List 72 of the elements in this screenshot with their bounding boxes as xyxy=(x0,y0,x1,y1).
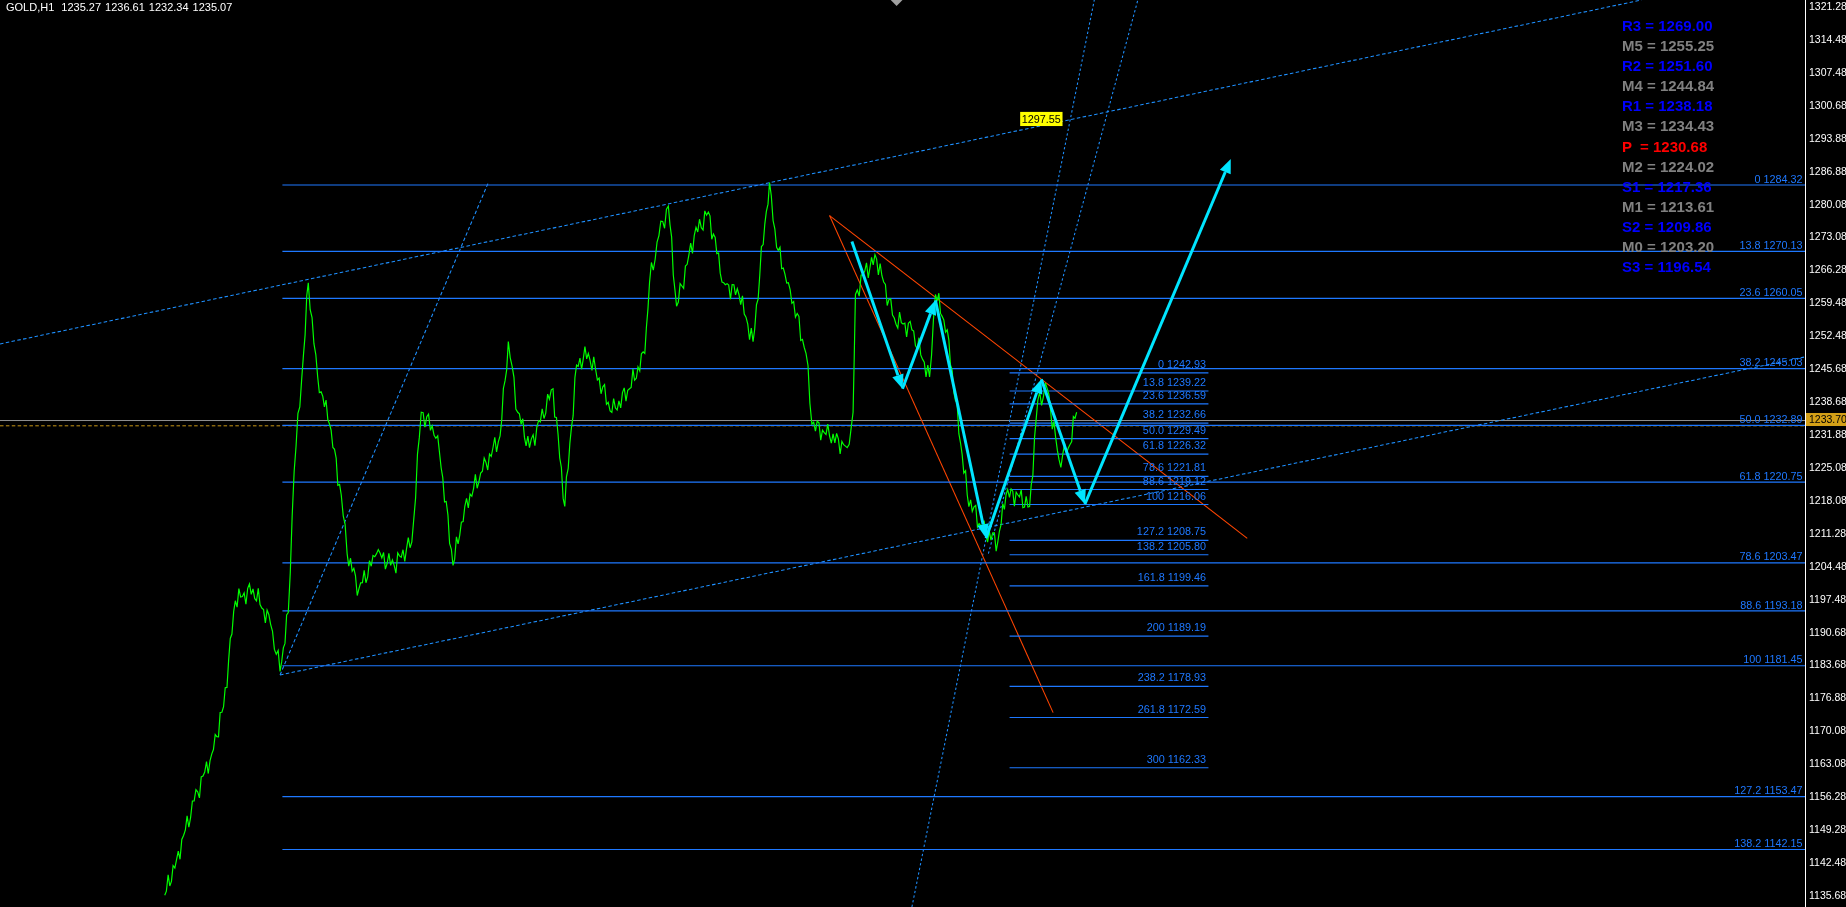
fib-level-label: 0 1242.93 xyxy=(1157,357,1207,370)
price-tick-label: 1252.48 xyxy=(1808,329,1846,342)
price-tick-label: 1321.28 xyxy=(1808,0,1846,12)
price-tick-label: 1259.48 xyxy=(1808,296,1846,309)
fib-level-label: 238.2 1178.93 xyxy=(1137,671,1207,684)
price-tick-label: 1300.68 xyxy=(1808,98,1846,111)
fib-level-label: 127.2 1208.75 xyxy=(1136,525,1207,538)
price-tick-label: 1218.08 xyxy=(1808,493,1846,506)
price-tick-label: 1280.08 xyxy=(1808,197,1846,210)
fib-level-label: 23.6 1260.05 xyxy=(1739,286,1803,299)
fib-level-label: 100 1181.45 xyxy=(1743,653,1803,666)
fib-level-label: 61.8 1226.32 xyxy=(1142,439,1207,452)
fib-level-label: 50.0 1229.49 xyxy=(1142,423,1207,436)
pivot-level-label: M5 = 1255.25 xyxy=(1622,36,1715,57)
fib-level-label: 13.8 1239.22 xyxy=(1142,376,1207,389)
fib-level-label: 13.8 1270.13 xyxy=(1739,238,1803,251)
price-tick-label: 1238.68 xyxy=(1808,395,1846,408)
fib-level-label: 161.8 1199.46 xyxy=(1137,570,1207,583)
ohlc-value: 1232.34 xyxy=(148,1,189,13)
price-tick-label: 1211.28 xyxy=(1808,526,1846,539)
price-tick-label: 1183.68 xyxy=(1808,658,1846,671)
shift-marker-icon[interactable] xyxy=(890,0,903,6)
pivot-level-label: M1 = 1213.61 xyxy=(1622,196,1715,217)
pivot-level-label: S3 = 1196.54 xyxy=(1622,257,1712,278)
price-tick-label: 1170.08 xyxy=(1808,724,1846,737)
price-tick-label: 1286.88 xyxy=(1808,164,1846,177)
pivot-level-label: R2 = 1251.60 xyxy=(1622,56,1714,77)
fib-level-label: 61.8 1220.75 xyxy=(1739,469,1803,482)
fib-level-label: 127.2 1153.47 xyxy=(1734,784,1803,797)
fib-level-label: 261.8 1172.59 xyxy=(1137,702,1207,715)
fib-level-label: 38.2 1245.03 xyxy=(1739,356,1803,369)
price-tick-label: 1314.48 xyxy=(1808,32,1846,45)
fib-level-label: 23.6 1236.59 xyxy=(1142,388,1207,401)
pivot-level-label: S2 = 1209.86 xyxy=(1622,216,1713,237)
fib-level-label: 138.2 1205.80 xyxy=(1136,539,1207,552)
fib-level-label: 200 1189.19 xyxy=(1146,621,1207,634)
pivot-level-label: P = 1230.68 xyxy=(1622,136,1709,157)
object-price-label: 1297.55 xyxy=(1020,111,1063,127)
fib-level-label: 0 1284.32 xyxy=(1754,172,1803,185)
price-tick-label: 1231.88 xyxy=(1808,428,1846,440)
pivot-level-label: R1 = 1238.18 xyxy=(1622,96,1714,117)
price-tick-label: 1245.68 xyxy=(1808,362,1846,375)
price-tick-label: 1197.48 xyxy=(1808,592,1846,605)
pivot-level-label: S1 = 1217.36 xyxy=(1622,176,1713,197)
price-tick-label: 1190.68 xyxy=(1808,625,1846,638)
ohlc-value: 1235.27 xyxy=(61,1,102,13)
fib-level-label: 78.6 1203.47 xyxy=(1739,550,1803,563)
price-tick-label: 1135.68 xyxy=(1808,888,1846,901)
pivot-level-label: R3 = 1269.00 xyxy=(1622,16,1714,36)
ohlc-value: 1236.61 xyxy=(105,1,145,13)
ohlc-value: 1235.07 xyxy=(192,1,233,13)
pivot-level-label: M3 = 1234.43 xyxy=(1622,116,1715,137)
price-tick-label: 1156.28 xyxy=(1808,790,1846,803)
price-tick-label: 1204.48 xyxy=(1808,559,1846,572)
pivot-level-label: M4 = 1244.84 xyxy=(1622,76,1715,97)
price-tick-label: 1293.88 xyxy=(1808,131,1846,144)
pivot-level-label: M0 = 1203.20 xyxy=(1622,237,1715,258)
price-tick-label: 1266.28 xyxy=(1808,263,1846,276)
price-tick-label: 1142.48 xyxy=(1808,855,1846,868)
chart-symbol: GOLD,H1 xyxy=(6,1,55,13)
current-price-label: 1233.70 xyxy=(1806,413,1846,426)
price-tick-label: 1163.08 xyxy=(1808,757,1846,770)
price-tick-label: 1176.88 xyxy=(1808,691,1846,704)
price-tick-label: 1307.48 xyxy=(1808,65,1846,78)
fib-level-label: 138.2 1142.15 xyxy=(1734,837,1803,850)
price-tick-label: 1273.08 xyxy=(1808,230,1846,243)
price-tick-label: 1149.28 xyxy=(1808,823,1846,836)
pivot-level-label: M2 = 1224.02 xyxy=(1622,156,1715,177)
fib-level-label: 88.6 1193.18 xyxy=(1740,598,1803,611)
price-tick-label: 1225.08 xyxy=(1808,460,1846,473)
fib-level-label: 38.2 1232.66 xyxy=(1142,408,1207,421)
fib-level-label: 300 1162.33 xyxy=(1146,752,1207,765)
